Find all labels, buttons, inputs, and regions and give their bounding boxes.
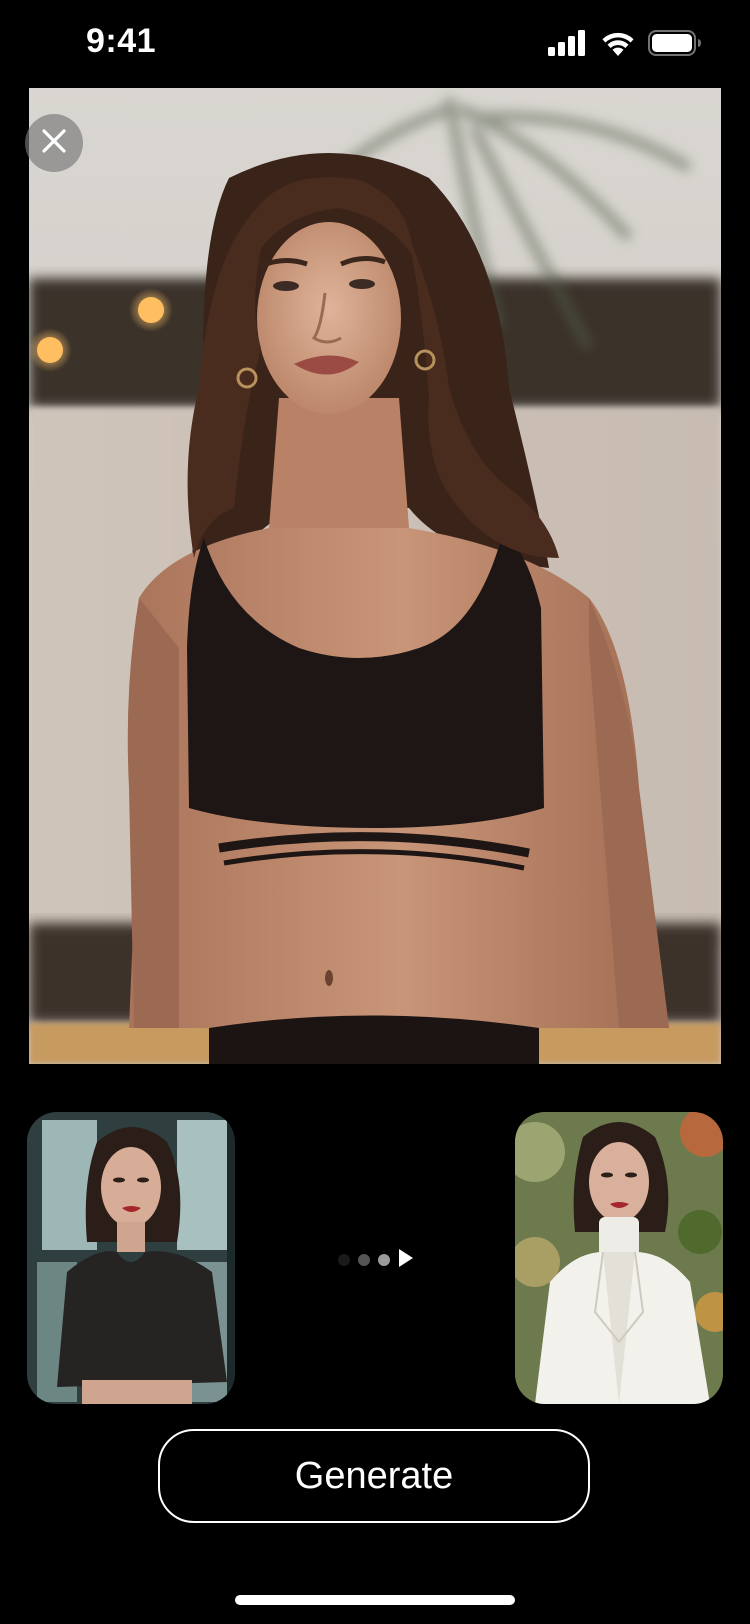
battery-icon: [648, 30, 702, 61]
generate-button[interactable]: Generate: [158, 1429, 590, 1523]
portrait-photo: [29, 88, 721, 1064]
cellular-signal-icon: [548, 30, 588, 61]
target-thumbnail[interactable]: [515, 1112, 723, 1404]
main-photo: [29, 88, 721, 1064]
progress-dot: [358, 1254, 370, 1266]
home-indicator[interactable]: [235, 1595, 515, 1605]
source-thumbnail[interactable]: [27, 1112, 235, 1404]
wifi-icon: [600, 30, 636, 61]
close-button[interactable]: [25, 114, 83, 172]
portrait-photo-white-blazer: [515, 1112, 723, 1404]
status-bar: 9:41: [0, 0, 750, 88]
close-icon: [41, 128, 67, 159]
status-icons: [548, 30, 702, 61]
play-arrow-icon: [398, 1248, 414, 1273]
portrait-photo-black-top: [27, 1112, 235, 1404]
progress-dot: [378, 1254, 390, 1266]
transition-indicator: [338, 1248, 418, 1272]
progress-dot: [338, 1254, 350, 1266]
status-time: 9:41: [86, 22, 157, 60]
